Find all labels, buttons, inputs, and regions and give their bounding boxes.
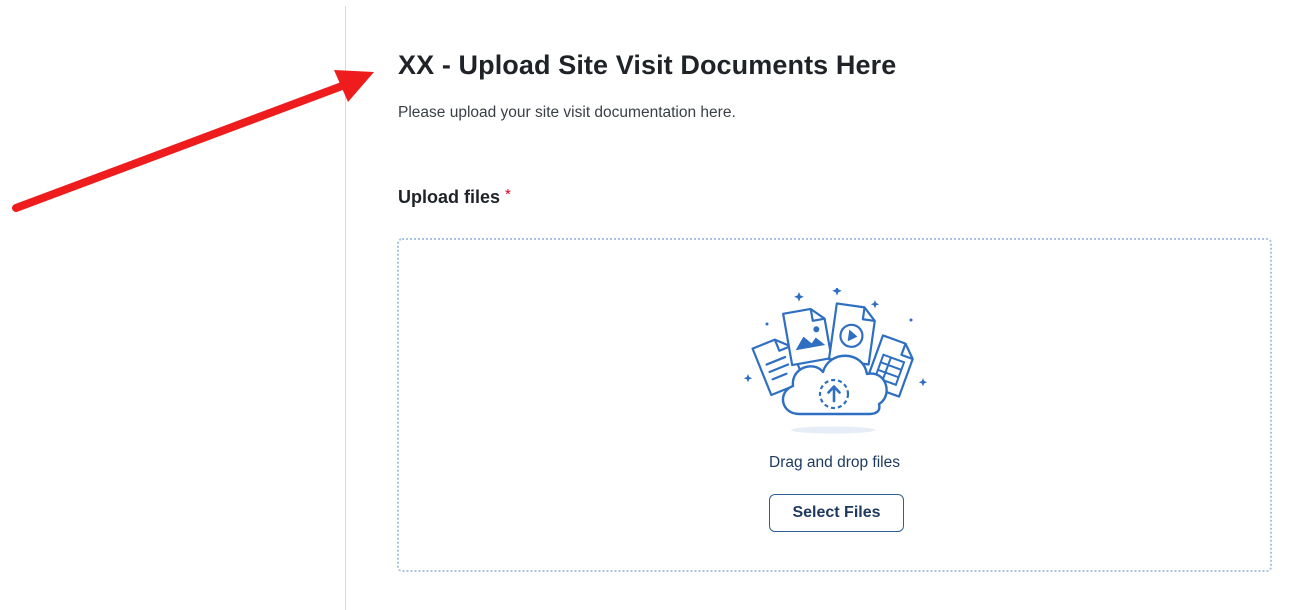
cloud-upload-files-icon <box>743 288 928 434</box>
drag-and-drop-text: Drag and drop files <box>769 454 900 471</box>
red-arrow-icon <box>12 70 374 212</box>
file-dropzone[interactable]: Drag and drop files Select Files <box>397 238 1272 572</box>
upload-files-label: Upload files * <box>398 186 511 208</box>
required-asterisk: * <box>505 186 511 203</box>
page-title: XX - Upload Site Visit Documents Here <box>398 50 897 80</box>
upload-files-label-text: Upload files <box>398 187 501 207</box>
select-files-button[interactable]: Select Files <box>769 494 904 532</box>
page: XX - Upload Site Visit Documents Here Pl… <box>0 0 1315 610</box>
form-content: XX - Upload Site Visit Documents Here Pl… <box>397 0 1278 610</box>
page-description: Please upload your site visit documentat… <box>398 104 736 121</box>
